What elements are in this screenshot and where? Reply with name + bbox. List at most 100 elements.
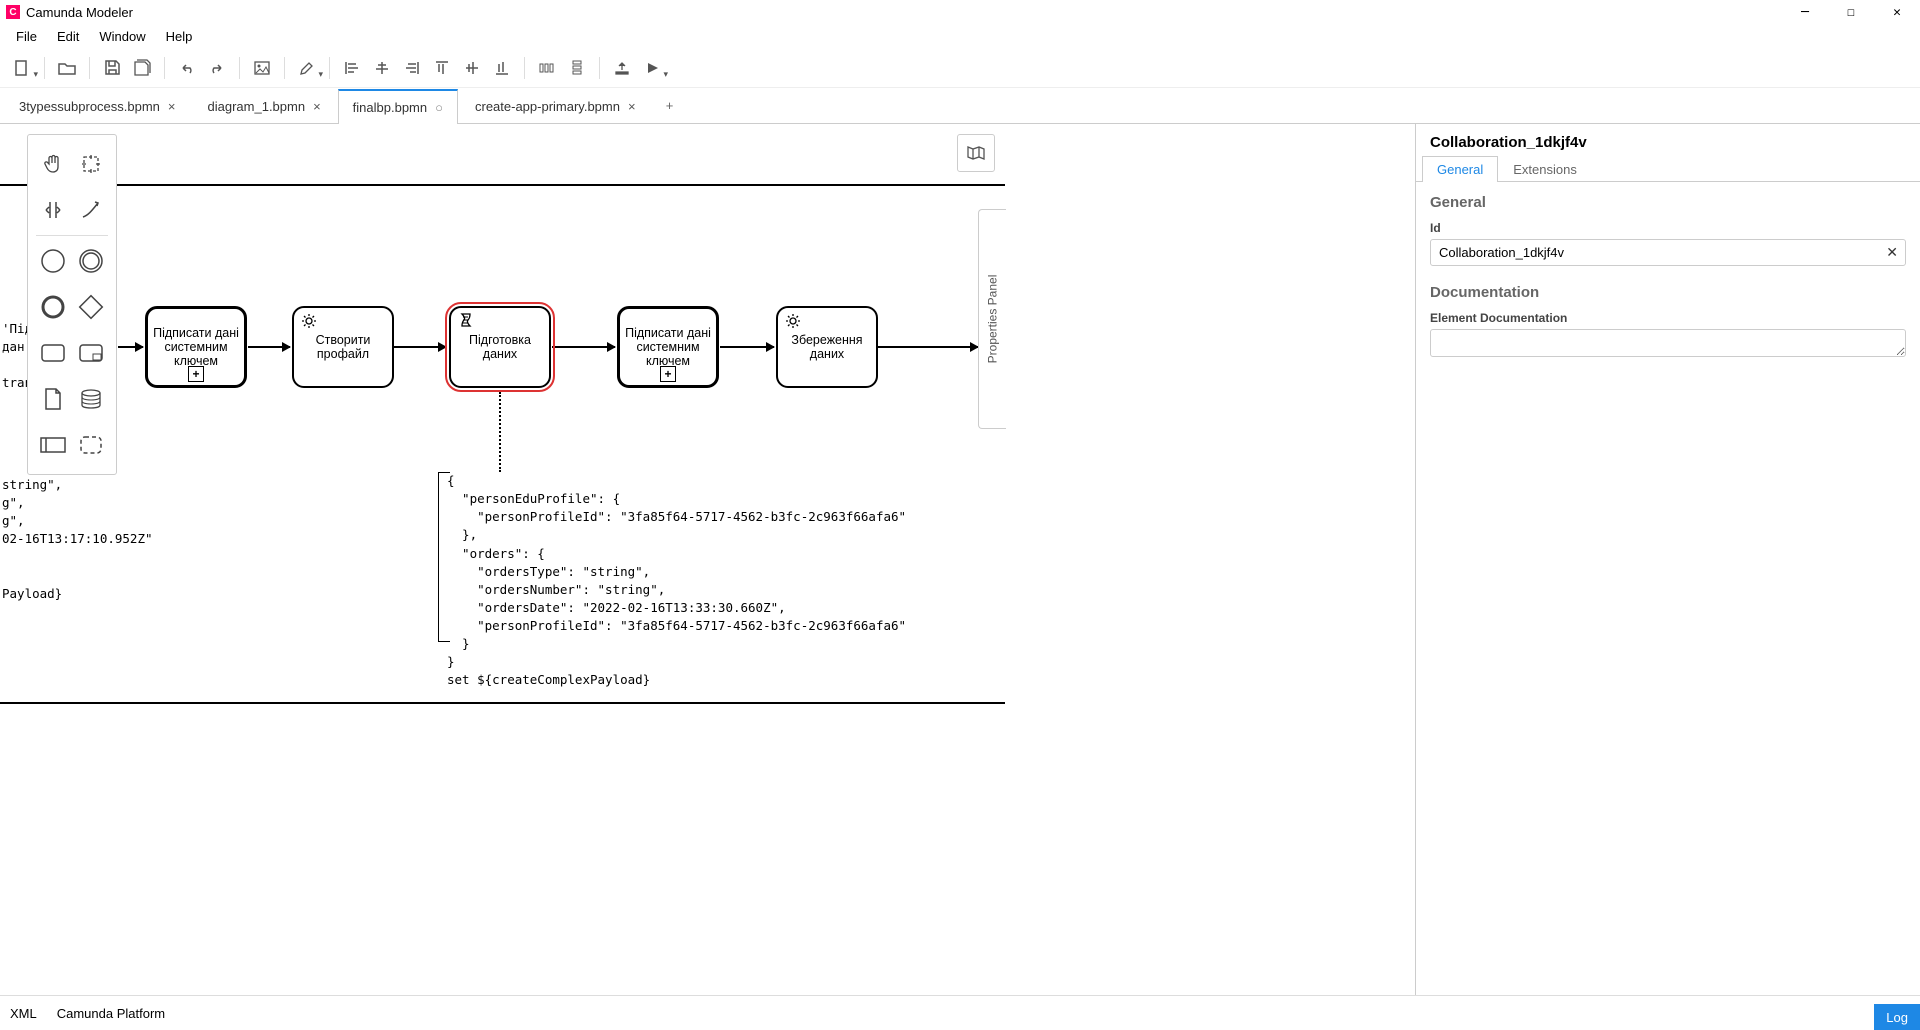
workspace: 'Піддан заtran string", g", g", 02-16T13… bbox=[0, 124, 1920, 995]
properties-panel: Collaboration_1dkjf4v General Extensions… bbox=[1415, 124, 1920, 995]
close-button[interactable]: ✕ bbox=[1874, 0, 1920, 24]
pool-bottom-border bbox=[0, 702, 1005, 704]
tab-diagram1[interactable]: diagram_1.bpmn × bbox=[193, 88, 336, 123]
close-icon[interactable]: × bbox=[313, 99, 321, 114]
toolbar: ▾ ▾ ▾ bbox=[0, 48, 1920, 88]
task-label: Збереження даних bbox=[782, 333, 872, 361]
tab-create-app[interactable]: create-app-primary.bpmn × bbox=[460, 88, 651, 123]
end-event-tool[interactable] bbox=[36, 290, 70, 324]
space-tool[interactable] bbox=[36, 193, 70, 227]
distribute-v-button[interactable] bbox=[563, 54, 591, 82]
image-button[interactable] bbox=[248, 54, 276, 82]
status-platform[interactable]: Camunda Platform bbox=[57, 1006, 165, 1021]
data-object-tool[interactable] bbox=[36, 382, 70, 416]
properties-panel-toggle[interactable]: Properties Panel bbox=[978, 209, 1006, 429]
align-top-button[interactable] bbox=[428, 54, 456, 82]
close-icon[interactable]: × bbox=[168, 99, 176, 114]
label-id: Id bbox=[1416, 217, 1920, 239]
tab-finalbp[interactable]: finalbp.bpmn ○ bbox=[338, 89, 458, 124]
group-tool[interactable] bbox=[74, 428, 108, 462]
sequence-flow[interactable] bbox=[720, 346, 774, 348]
connect-tool[interactable] bbox=[74, 193, 108, 227]
menu-window[interactable]: Window bbox=[91, 27, 153, 46]
gear-icon bbox=[300, 312, 318, 330]
tab-label: create-app-primary.bpmn bbox=[475, 99, 620, 114]
subprocess-marker-icon: + bbox=[660, 366, 676, 382]
intermediate-event-tool[interactable] bbox=[74, 244, 108, 278]
documentation-field[interactable] bbox=[1430, 329, 1906, 357]
menu-file[interactable]: File bbox=[8, 27, 45, 46]
minimize-button[interactable]: ─ bbox=[1782, 0, 1828, 24]
bpmn-call-activity-sign-1[interactable]: Підписати дані системним ключем + bbox=[145, 306, 247, 388]
log-button[interactable]: Log bbox=[1874, 1004, 1920, 1030]
statusbar: XML Camunda Platform Log bbox=[0, 995, 1920, 1030]
diagram-canvas[interactable]: 'Піддан заtran string", g", g", 02-16T13… bbox=[0, 124, 1005, 995]
window-controls: ─ ☐ ✕ bbox=[1782, 0, 1920, 24]
open-file-button[interactable] bbox=[53, 54, 81, 82]
undo-button[interactable] bbox=[173, 54, 201, 82]
tab-label: 3typessubprocess.bpmn bbox=[19, 99, 160, 114]
gear-icon bbox=[784, 312, 802, 330]
data-store-tool[interactable] bbox=[74, 382, 108, 416]
subprocess-marker-icon: + bbox=[188, 366, 204, 382]
gateway-tool[interactable] bbox=[74, 290, 108, 324]
bpmn-call-activity-sign-2[interactable]: Підписати дані системним ключем + bbox=[617, 306, 719, 388]
sequence-flow[interactable] bbox=[248, 346, 290, 348]
bpmn-service-task-save[interactable]: Збереження даних bbox=[776, 306, 878, 388]
task-label: Підписати дані системним ключем bbox=[152, 326, 240, 368]
start-event-tool[interactable] bbox=[36, 244, 70, 278]
color-button[interactable]: ▾ bbox=[293, 54, 321, 82]
sequence-flow[interactable] bbox=[118, 346, 143, 348]
clear-icon[interactable]: ✕ bbox=[1886, 244, 1898, 261]
distribute-h-button[interactable] bbox=[533, 54, 561, 82]
align-right-button[interactable] bbox=[398, 54, 426, 82]
properties-tabs: General Extensions bbox=[1416, 155, 1920, 182]
titlebar: C Camunda Modeler bbox=[0, 0, 1920, 24]
minimap-toggle[interactable] bbox=[957, 134, 995, 172]
clipped-text-left: string", g", g", 02-16T13:17:10.952Z" Pa… bbox=[2, 476, 153, 603]
tab-general[interactable]: General bbox=[1422, 156, 1498, 182]
bpmn-script-task-prepare-data[interactable]: Підготовка даних bbox=[449, 306, 551, 388]
subprocess-tool[interactable] bbox=[74, 336, 108, 370]
menu-help[interactable]: Help bbox=[158, 27, 201, 46]
properties-panel-toggle-label: Properties Panel bbox=[986, 275, 1000, 364]
align-center-button[interactable] bbox=[368, 54, 396, 82]
palette bbox=[27, 134, 117, 475]
maximize-button[interactable]: ☐ bbox=[1828, 0, 1874, 24]
section-documentation: Documentation bbox=[1416, 272, 1920, 307]
deploy-button[interactable] bbox=[608, 54, 636, 82]
association-line[interactable] bbox=[499, 392, 501, 472]
new-tab-button[interactable]: + bbox=[653, 88, 687, 123]
menubar: File Edit Window Help bbox=[0, 24, 1920, 48]
sequence-flow[interactable] bbox=[552, 346, 615, 348]
section-general: General bbox=[1416, 182, 1920, 217]
save-all-button[interactable] bbox=[128, 54, 156, 82]
redo-button[interactable] bbox=[203, 54, 231, 82]
task-label: Підписати дані системним ключем bbox=[624, 326, 712, 368]
bpmn-service-task-create-profile[interactable]: Створити профайл bbox=[292, 306, 394, 388]
new-file-button[interactable]: ▾ bbox=[8, 54, 36, 82]
lasso-tool[interactable] bbox=[74, 147, 108, 181]
task-tool[interactable] bbox=[36, 336, 70, 370]
align-bottom-button[interactable] bbox=[488, 54, 516, 82]
task-label: Створити профайл bbox=[298, 333, 388, 361]
save-button[interactable] bbox=[98, 54, 126, 82]
close-icon[interactable]: × bbox=[628, 99, 636, 114]
align-left-button[interactable] bbox=[338, 54, 366, 82]
hand-tool[interactable] bbox=[36, 147, 70, 181]
sequence-flow[interactable] bbox=[394, 346, 446, 348]
tab-3types[interactable]: 3typessubprocess.bpmn × bbox=[4, 88, 191, 123]
app-icon: C bbox=[6, 5, 20, 19]
participant-tool[interactable] bbox=[36, 428, 70, 462]
dirty-icon[interactable]: ○ bbox=[435, 100, 443, 115]
sequence-flow[interactable] bbox=[878, 346, 978, 348]
label-documentation: Element Documentation bbox=[1416, 307, 1920, 329]
tab-extensions[interactable]: Extensions bbox=[1498, 156, 1592, 182]
run-button[interactable]: ▾ bbox=[638, 54, 666, 82]
id-field[interactable] bbox=[1430, 239, 1906, 266]
menu-edit[interactable]: Edit bbox=[49, 27, 87, 46]
properties-header: Collaboration_1dkjf4v bbox=[1416, 124, 1920, 155]
align-middle-button[interactable] bbox=[458, 54, 486, 82]
text-annotation[interactable]: { "personEduProfile": { "personProfileId… bbox=[447, 472, 906, 690]
status-xml[interactable]: XML bbox=[10, 1006, 37, 1021]
